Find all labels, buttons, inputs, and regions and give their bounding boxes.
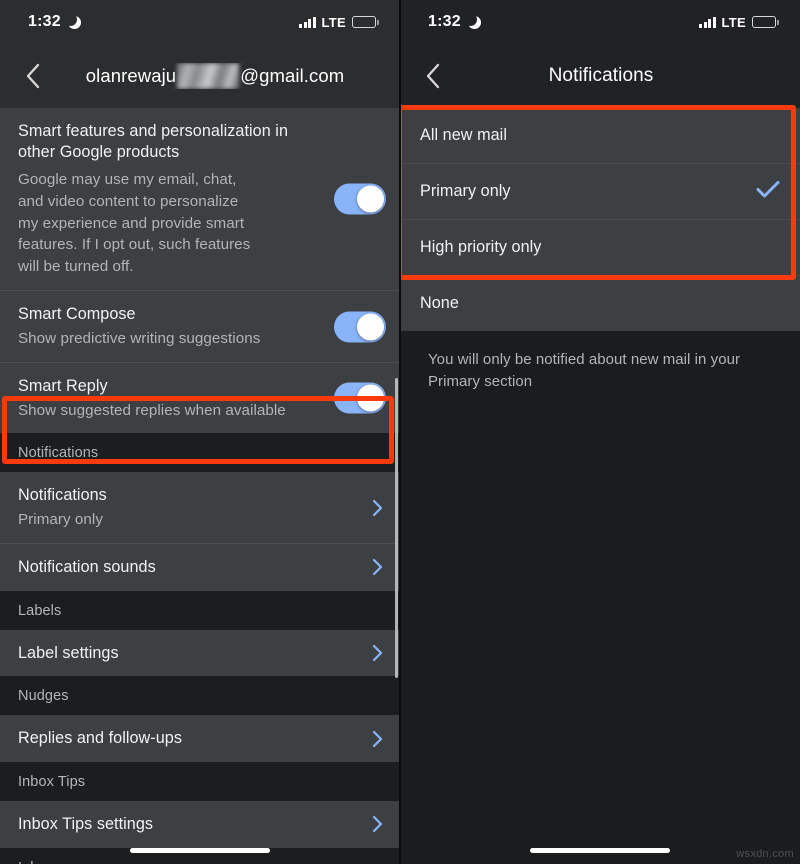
row-subtitle: Primary only (18, 511, 103, 529)
toggle-smart-reply[interactable] (334, 382, 386, 414)
row-title: Notification sounds (18, 557, 156, 576)
navbar-left: olanrewaju @gmail.com (0, 44, 400, 108)
right-phone-screen: 1:32 LTE Notifications All new mail Prim… (400, 0, 800, 864)
status-bar-right-group: LTE (699, 14, 779, 30)
vertical-scrollbar[interactable] (394, 378, 398, 678)
chevron-right-icon (368, 558, 386, 576)
toggle-smart-features[interactable] (334, 183, 386, 215)
status-time: 1:32 (428, 13, 461, 30)
section-header-nudges: Nudges (0, 676, 400, 716)
row-inbox-tips-settings[interactable]: Inbox Tips settings (0, 801, 400, 848)
row-description: Google may use my email, chat, and video… (18, 171, 251, 275)
status-bar-left: 1:32 LTE (0, 0, 400, 44)
crescent-moon-icon (63, 12, 81, 29)
option-label: High priority only (420, 238, 542, 256)
row-title: Inbox Tips settings (18, 815, 154, 834)
status-bar-left-group: 1:32 (428, 12, 481, 31)
row-title: Replies and follow-ups (18, 729, 182, 748)
battery-low-power-icon (752, 16, 779, 28)
option-all-new-mail[interactable]: All new mail (400, 108, 800, 163)
page-title: Notifications (548, 65, 654, 86)
status-bar-right-group: LTE (299, 14, 379, 30)
section-header-labels: Labels (0, 590, 400, 630)
row-replies-and-follow-ups[interactable]: Replies and follow-ups (0, 715, 400, 763)
option-label: All new mail (420, 126, 507, 144)
row-notifications[interactable]: Notifications Primary only (0, 472, 400, 543)
toggle-smart-compose[interactable] (334, 311, 386, 343)
carrier-label: LTE (321, 14, 346, 30)
crescent-moon-icon (463, 12, 481, 29)
row-title: Label settings (18, 643, 119, 662)
row-smart-features[interactable]: Smart features and personalization in ot… (0, 108, 400, 291)
status-bar-left-group: 1:32 (28, 12, 81, 31)
row-smart-reply[interactable]: Smart Reply Show suggested replies when … (0, 361, 400, 434)
email-prefix: olanrewaju (85, 65, 177, 86)
chevron-right-icon (368, 644, 386, 662)
option-label: Primary only (420, 182, 511, 200)
row-title: Smart Reply (18, 376, 108, 395)
section-header-notifications: Notifications (0, 433, 400, 473)
row-title: Smart Compose (18, 305, 136, 324)
navbar-right: Notifications (400, 44, 800, 108)
option-primary-only[interactable]: Primary only (400, 163, 800, 219)
carrier-label: LTE (721, 14, 746, 30)
screen-divider (399, 0, 401, 864)
back-chevron-icon[interactable] (418, 61, 448, 91)
account-email-title: olanrewaju @gmail.com (48, 63, 382, 89)
section-header-inbox-tips: Inbox Tips (0, 762, 400, 802)
row-label-settings[interactable]: Label settings (0, 629, 400, 677)
cellular-signal-icon (299, 16, 316, 28)
left-phone-screen: 1:32 LTE olanrewaju @gmail.com Smart fea… (0, 0, 400, 864)
option-label: None (420, 294, 459, 312)
row-smart-compose[interactable]: Smart Compose Show predictive writing su… (0, 290, 400, 362)
selection-footnote: You will only be notified about new mail… (400, 331, 800, 411)
option-none[interactable]: None (400, 275, 800, 331)
row-notification-sounds[interactable]: Notification sounds (0, 542, 400, 591)
chevron-right-icon (368, 730, 386, 748)
dual-phone-screenshot: 1:32 LTE olanrewaju @gmail.com Smart fea… (0, 0, 800, 864)
battery-low-power-icon (352, 16, 379, 28)
cellular-signal-icon (699, 16, 716, 28)
status-bar-right: 1:32 LTE (400, 0, 800, 44)
redacted-email-blur (177, 63, 240, 89)
checkmark-icon (756, 180, 780, 204)
home-indicator-left (130, 848, 270, 853)
row-title: Smart features and personalization in ot… (18, 122, 288, 161)
email-suffix: @gmail.com (240, 65, 345, 86)
row-subtitle: Show suggested replies when available (18, 401, 286, 419)
row-subtitle: Show predictive writing suggestions (18, 330, 261, 348)
row-title: Notifications (18, 486, 107, 505)
chevron-right-icon (368, 815, 386, 833)
home-indicator-right (530, 848, 670, 853)
status-time: 1:32 (28, 13, 61, 30)
chevron-right-icon (368, 499, 386, 517)
watermark: wsxdn.com (736, 848, 794, 860)
back-chevron-icon[interactable] (18, 61, 48, 91)
option-high-priority-only[interactable]: High priority only (400, 219, 800, 275)
settings-scroll-area-left[interactable]: Smart features and personalization in ot… (0, 108, 400, 864)
notification-options-area: All new mail Primary only High priority … (400, 108, 800, 864)
